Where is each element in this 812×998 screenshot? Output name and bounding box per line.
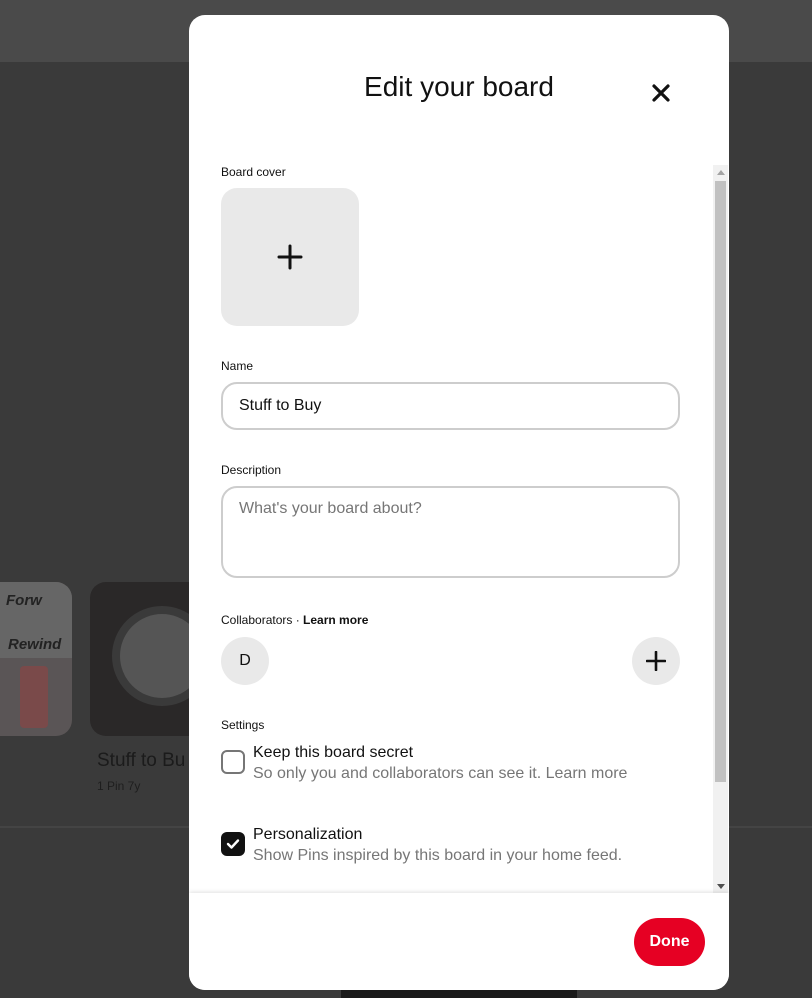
personalization-title: Personalization (253, 826, 363, 843)
board-cover-label: Board cover (221, 165, 286, 179)
add-collaborator-button[interactable] (632, 637, 680, 685)
name-input[interactable] (221, 382, 680, 430)
background-board-meta: 1 Pin 7y (97, 779, 141, 793)
collaborators-label: Collaborators · Learn more (221, 613, 368, 627)
plus-icon (277, 244, 303, 270)
background-pin-thumbnail: Forw Rewind (0, 582, 72, 736)
background-board-title: Stuff to Bu (97, 750, 186, 771)
scroll-up-icon[interactable] (717, 170, 725, 175)
description-label: Description (221, 463, 282, 477)
thumbnail-text: Rewind (8, 636, 62, 653)
edit-board-modal: Edit your board Board cover Name Descrip… (189, 15, 729, 990)
name-label: Name (221, 359, 254, 373)
plus-icon (646, 651, 666, 671)
secret-description: So only you and collaborators can see it… (253, 765, 628, 782)
secret-title: Keep this board secret (253, 744, 414, 761)
personalization-description: Show Pins inspired by this board in your… (253, 847, 623, 864)
settings-label: Settings (221, 718, 265, 732)
board-cover-button[interactable] (221, 188, 359, 326)
form-scroll-area[interactable]: Board cover Name Description Collaborato… (189, 165, 729, 893)
collaborators-label-text: Collaborators · (221, 613, 304, 627)
learn-more-link[interactable]: Learn more (303, 613, 368, 627)
checkmark-icon (226, 839, 240, 849)
close-icon (652, 84, 670, 102)
secret-checkbox[interactable] (221, 750, 245, 774)
done-button[interactable]: Done (634, 918, 705, 966)
thumbnail-text: Forw (6, 592, 42, 609)
collaborator-avatar[interactable]: D (221, 637, 269, 685)
personalization-checkbox[interactable] (221, 832, 245, 856)
scrollbar-thumb[interactable] (715, 181, 726, 782)
scrollbar[interactable] (713, 165, 728, 893)
background-board-cover (90, 582, 200, 736)
close-button[interactable] (641, 73, 681, 113)
modal-footer: Done (189, 893, 729, 990)
description-input[interactable] (221, 486, 680, 578)
scroll-down-icon[interactable] (717, 884, 725, 889)
